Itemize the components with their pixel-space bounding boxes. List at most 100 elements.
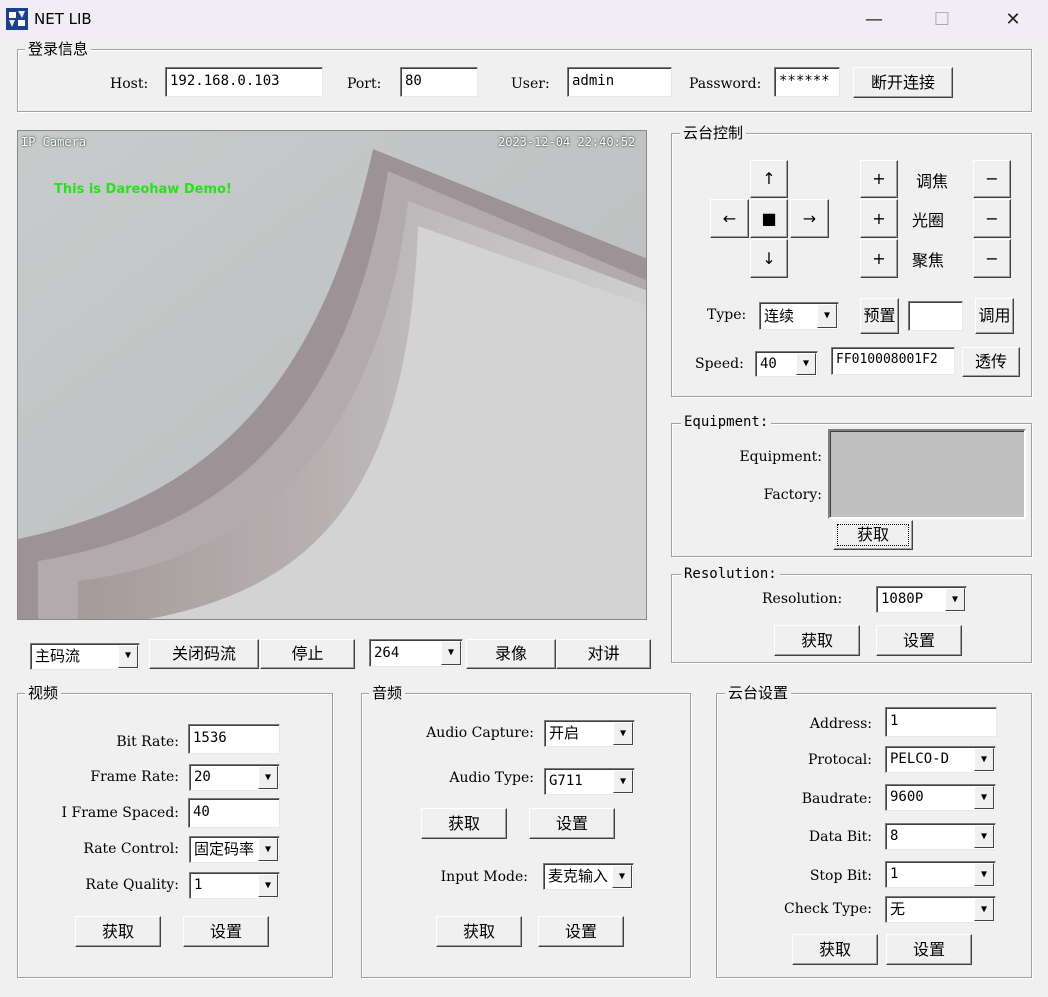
checktype-select[interactable]: 无 ▼ bbox=[885, 896, 996, 923]
stopbit-select[interactable]: 1 ▼ bbox=[885, 861, 996, 888]
focus-minus-button[interactable]: − bbox=[973, 239, 1011, 278]
zoom-minus-button[interactable]: − bbox=[973, 160, 1011, 198]
framerate-label: Frame Rate: bbox=[90, 769, 179, 785]
codec-select-value: 264 bbox=[374, 645, 400, 661]
protocol-label: Protocal: bbox=[808, 752, 872, 768]
audio-get-button-2[interactable]: 获取 bbox=[436, 916, 522, 947]
ratequality-select-value: 1 bbox=[194, 877, 203, 893]
close-icon[interactable]: ✕ bbox=[993, 6, 1033, 34]
baudrate-label: Baudrate: bbox=[801, 791, 872, 807]
port-label: Port: bbox=[347, 76, 382, 92]
user-label: User: bbox=[511, 76, 550, 92]
port-input[interactable]: 80 bbox=[400, 67, 478, 97]
ptz-settings-set-button[interactable]: 设置 bbox=[886, 934, 972, 965]
window-title: NET LIB bbox=[34, 10, 92, 28]
equipment-label: Equipment: bbox=[739, 449, 822, 465]
ratequality-select[interactable]: 1 ▼ bbox=[189, 872, 280, 899]
protocol-select[interactable]: PELCO-D ▼ bbox=[885, 746, 996, 773]
video-settings-legend: 视频 bbox=[25, 684, 62, 702]
app-icon bbox=[6, 8, 28, 30]
chevron-down-icon: ▼ bbox=[258, 874, 278, 897]
login-legend: 登录信息 bbox=[25, 40, 92, 58]
input-mode-label: Input Mode: bbox=[440, 869, 528, 885]
ratecontrol-select-value: 固定码率 bbox=[194, 840, 255, 858]
video-get-button[interactable]: 获取 bbox=[75, 916, 161, 947]
audio-type-select[interactable]: G711 ▼ bbox=[544, 768, 635, 795]
ratecontrol-label: Rate Control: bbox=[83, 841, 179, 857]
ptz-right-button[interactable]: → bbox=[790, 199, 829, 238]
chevron-down-icon: ▼ bbox=[974, 863, 994, 886]
chevron-down-icon: ▼ bbox=[945, 588, 965, 611]
speed-label: Speed: bbox=[695, 356, 744, 372]
address-label: Address: bbox=[809, 716, 872, 732]
resolution-get-button[interactable]: 获取 bbox=[774, 625, 860, 656]
call-button[interactable]: 调用 bbox=[975, 298, 1014, 334]
zoom-label: 调焦 bbox=[916, 172, 949, 191]
preset-input[interactable] bbox=[908, 301, 963, 331]
audio-get-button-1[interactable]: 获取 bbox=[421, 808, 507, 839]
audio-set-button-1[interactable]: 设置 bbox=[529, 808, 615, 839]
zoom-plus-button[interactable]: + bbox=[860, 160, 898, 198]
chevron-down-icon: ▼ bbox=[258, 838, 278, 861]
resolution-label: Resolution: bbox=[762, 591, 843, 607]
resolution-select[interactable]: 1080P ▼ bbox=[876, 586, 967, 613]
chevron-down-icon: ▼ bbox=[974, 748, 994, 771]
protocol-select-value: PELCO-D bbox=[890, 751, 950, 767]
type-select-value: 连续 bbox=[764, 307, 795, 325]
audio-set-button-2[interactable]: 设置 bbox=[538, 916, 624, 947]
host-label: Host: bbox=[110, 76, 149, 92]
ratecontrol-select[interactable]: 固定码率 ▼ bbox=[189, 836, 280, 863]
password-label: Password: bbox=[689, 76, 762, 92]
iris-plus-button[interactable]: + bbox=[860, 199, 898, 238]
codec-select[interactable]: 264 ▼ bbox=[369, 639, 463, 667]
transparent-send-button[interactable]: 透传 bbox=[962, 347, 1020, 377]
ptz-up-button[interactable]: ↑ bbox=[750, 160, 788, 198]
equipment-info-box bbox=[828, 429, 1026, 519]
iris-minus-button[interactable]: − bbox=[973, 199, 1011, 238]
ptz-left-button[interactable]: ← bbox=[710, 199, 749, 238]
audio-capture-select[interactable]: 开启 ▼ bbox=[544, 720, 635, 747]
chevron-down-icon: ▼ bbox=[441, 641, 461, 665]
minimize-icon[interactable]: — bbox=[854, 6, 894, 34]
speed-select[interactable]: 40 ▼ bbox=[755, 351, 818, 377]
osd-timestamp: 2023-12-04 22:40:52 bbox=[498, 135, 636, 149]
type-select[interactable]: 连续 ▼ bbox=[759, 302, 839, 330]
audio-type-select-value: G711 bbox=[549, 773, 583, 789]
preset-button[interactable]: 预置 bbox=[860, 298, 899, 334]
bitrate-input[interactable]: 1536 bbox=[188, 724, 280, 754]
baudrate-select[interactable]: 9600 ▼ bbox=[885, 784, 996, 811]
talk-button[interactable]: 对讲 bbox=[556, 639, 651, 669]
record-button[interactable]: 录像 bbox=[466, 639, 556, 669]
resolution-legend: Resolution: bbox=[681, 565, 780, 583]
video-set-button[interactable]: 设置 bbox=[183, 916, 269, 947]
disconnect-button[interactable]: 断开连接 bbox=[853, 67, 953, 98]
ratequality-label: Rate Quality: bbox=[85, 877, 179, 893]
ptz-down-button[interactable]: ↓ bbox=[750, 239, 788, 278]
stop-button[interactable]: 停止 bbox=[260, 639, 355, 669]
audio-capture-label: Audio Capture: bbox=[426, 725, 534, 741]
framerate-select-value: 20 bbox=[194, 769, 211, 785]
resolution-set-button[interactable]: 设置 bbox=[876, 625, 962, 656]
close-stream-button[interactable]: 关闭码流 bbox=[149, 639, 259, 669]
address-input[interactable]: 1 bbox=[885, 707, 997, 737]
databit-select[interactable]: 8 ▼ bbox=[885, 823, 996, 850]
iframe-input[interactable]: 40 bbox=[188, 798, 280, 828]
password-input[interactable]: ****** bbox=[774, 67, 840, 97]
maximize-icon[interactable]: ☐ bbox=[922, 6, 962, 34]
video-preview[interactable]: IP Camera 2023-12-04 22:40:52 This is Da… bbox=[17, 130, 647, 620]
checktype-select-value: 无 bbox=[890, 900, 906, 918]
ptz-stop-button[interactable]: ■ bbox=[750, 199, 788, 238]
framerate-select[interactable]: 20 ▼ bbox=[189, 764, 280, 791]
user-input[interactable]: admin bbox=[567, 67, 672, 97]
ptz-settings-get-button[interactable]: 获取 bbox=[792, 934, 878, 965]
host-input[interactable]: 192.168.0.103 bbox=[165, 67, 323, 97]
command-input[interactable]: FF010008001F2 bbox=[831, 347, 955, 375]
input-mode-select[interactable]: 麦克输入 ▼ bbox=[543, 863, 634, 890]
equipment-get-button[interactable]: 获取 bbox=[833, 520, 913, 550]
audio-settings-legend: 音频 bbox=[369, 684, 406, 702]
chevron-down-icon: ▼ bbox=[118, 645, 138, 668]
iris-label: 光圈 bbox=[912, 211, 945, 230]
focus-plus-button[interactable]: + bbox=[860, 239, 898, 278]
speed-select-value: 40 bbox=[760, 356, 777, 372]
stream-select[interactable]: 主码流 ▼ bbox=[30, 643, 140, 670]
